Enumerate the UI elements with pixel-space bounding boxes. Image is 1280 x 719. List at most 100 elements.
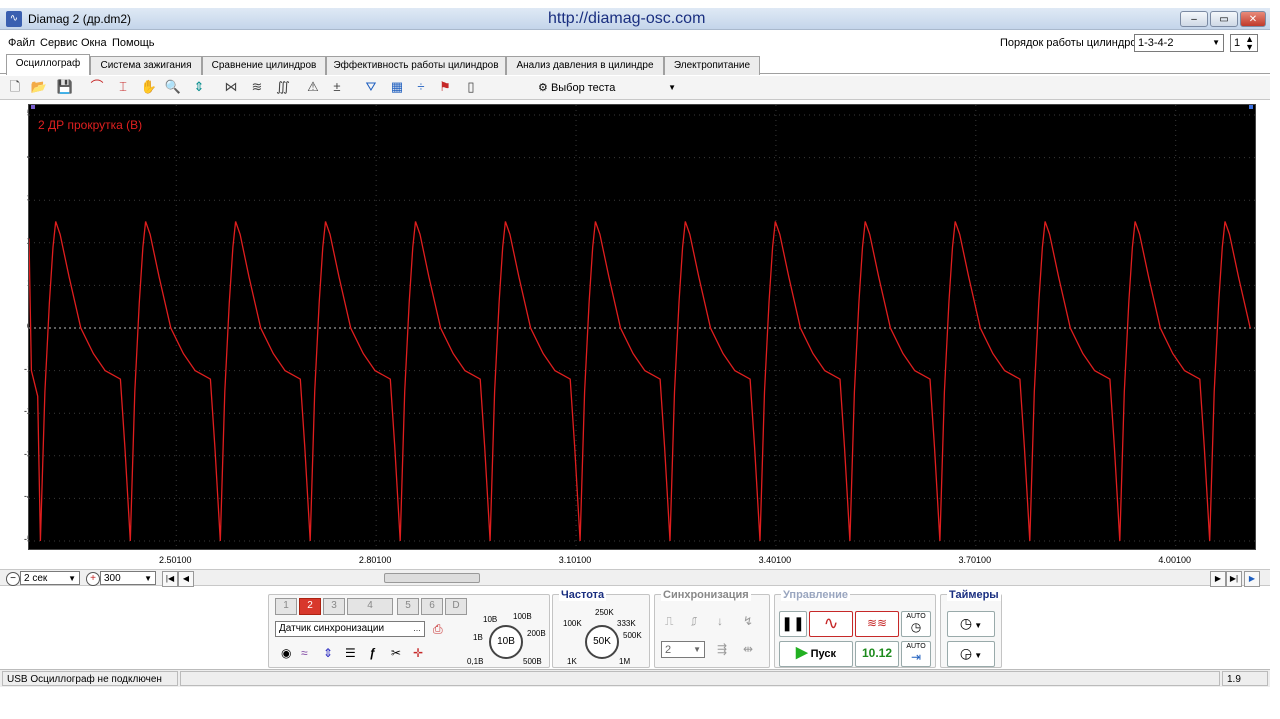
falling-edge-icon[interactable]: ⎎ — [691, 613, 697, 629]
spread-wave-icon[interactable]: ∭ — [274, 78, 292, 96]
x-tick-label: 3.40100 — [758, 555, 792, 565]
tab-oscilloscope[interactable]: Осциллограф — [6, 54, 90, 75]
auto-timer-button[interactable]: AUTO ◷ — [901, 611, 931, 637]
eye-icon[interactable]: ◉ — [281, 645, 291, 661]
cylinder-order-value: 1-3-4-2 — [1138, 37, 1174, 49]
start-button[interactable]: ▶ Пуск — [779, 641, 853, 667]
channel-button-3[interactable]: 3 — [323, 598, 345, 615]
auto-scale-icon[interactable]: ⇕ — [190, 78, 208, 96]
multi-wave-icon[interactable]: ≋ — [248, 78, 266, 96]
tab-bar: Осциллограф Система зажигания Сравнение … — [0, 54, 1270, 75]
tab-power-supply[interactable]: Электропитание — [664, 56, 760, 75]
sync-shift-icon[interactable]: ⇹ — [743, 641, 753, 657]
step-forward-icon[interactable]: ▶ — [1210, 571, 1226, 587]
chevron-down-icon: ▼ — [693, 645, 701, 654]
hand-pan-icon[interactable]: ✋ — [140, 78, 158, 96]
cylinder-order-select[interactable]: 1-3-4-2 ▼ — [1134, 34, 1224, 52]
chevron-down-icon: ▼ — [68, 574, 76, 583]
pause-button[interactable]: ❚❚ — [779, 611, 807, 637]
go-end-icon[interactable]: ▶| — [1226, 571, 1242, 587]
scroll-thumb[interactable] — [384, 573, 480, 583]
x-tick-label: 4.00100 — [1158, 555, 1191, 565]
overlay-wave-icon[interactable]: ⋈ — [222, 78, 240, 96]
auto-step-button[interactable]: AUTO ⇥ — [901, 641, 931, 667]
zoom-out-icon[interactable]: − — [6, 572, 20, 586]
cursor-arc-icon[interactable]: ⌒ — [88, 78, 106, 96]
zero-level-icon[interactable]: ± — [328, 78, 346, 96]
menu-service[interactable]: Сервис — [40, 37, 78, 49]
timer-button-2[interactable]: ◶ ▼ — [947, 641, 995, 667]
zoom-in-icon[interactable]: + — [86, 572, 100, 586]
auto-label: AUTO — [906, 613, 926, 620]
channel-button-4[interactable]: 4 — [347, 598, 393, 615]
version-label: 1.9 — [1222, 671, 1268, 686]
tab-cylinder-compare[interactable]: Сравнение цилиндров — [202, 56, 326, 75]
left-cursor-marker[interactable] — [31, 105, 35, 109]
auto-trigger-icon[interactable]: ⚠ — [304, 78, 322, 96]
menu-file[interactable]: Файл — [8, 37, 35, 49]
table-icon[interactable]: ▦ — [388, 78, 406, 96]
cylinder-stepper[interactable]: 1 ▲ ▼ — [1230, 34, 1258, 52]
sine-wave-icon: ∿ — [823, 613, 839, 633]
sensor-select[interactable]: Датчик синхронизации … — [275, 621, 425, 637]
step-back-icon[interactable]: ◀ — [178, 571, 194, 587]
channel-button-d[interactable]: D — [445, 598, 467, 615]
probe-icon[interactable]: ⎙ — [433, 621, 443, 637]
test-select-label: Выбор теста — [550, 82, 616, 94]
right-cursor-marker[interactable] — [1249, 105, 1253, 109]
save-icon[interactable]: 💾 — [56, 78, 74, 96]
trigger-auto-icon[interactable]: ↯ — [743, 613, 753, 629]
auto-label: AUTO — [906, 643, 926, 650]
function-icon[interactable]: ƒ — [369, 645, 376, 661]
trigger-down-icon[interactable]: ↓ — [717, 613, 723, 629]
channel-group: 1 2 3 4 5 6 D Датчик синхронизации … ⎙ ◉… — [268, 594, 550, 668]
open-folder-icon[interactable]: 📂 — [30, 78, 48, 96]
new-file-icon[interactable]: 🗋 — [6, 78, 24, 96]
cursor-measure-icon[interactable]: ⌶ — [114, 78, 132, 96]
points-select[interactable]: 300 ▼ — [100, 571, 156, 585]
cylinder-order-label: Порядок работы цилиндров — [1000, 37, 1143, 49]
more-icon: … — [413, 624, 421, 633]
play-icon[interactable]: ▶ — [1244, 571, 1260, 587]
channel-button-2[interactable]: 2 — [299, 598, 321, 615]
x-axis: 2.50100 2.80100 3.10100 3.40100 3.70100 4.001… — [28, 550, 1256, 568]
marker-flag-icon[interactable]: ⚑ — [436, 78, 454, 96]
rising-edge-icon[interactable]: ⎍ — [665, 613, 673, 629]
voltage-scale-10v: 10В — [483, 615, 498, 624]
timer-button-1[interactable]: ◷ ▼ — [947, 611, 995, 637]
sine-mode-button[interactable]: ∿ — [809, 611, 853, 637]
test-select[interactable]: ⚙ Выбор теста ▼ — [538, 79, 680, 97]
control-title: Управление — [781, 589, 851, 601]
grid-lines-icon[interactable]: ☰ — [345, 645, 356, 661]
sync-group: Синхронизация ⎍ ⎎ ↓ ↯ 2 ▼ ⇶ ⇹ — [654, 589, 770, 668]
channel-button-1[interactable]: 1 — [275, 598, 297, 615]
frequency-knob[interactable]: 50K — [585, 625, 619, 659]
go-start-icon[interactable]: |◀ — [162, 571, 178, 587]
tab-ignition[interactable]: Система зажигания — [90, 56, 202, 75]
voltage-scale-200v: 200В — [527, 629, 546, 638]
sync-level-icon[interactable]: ⇶ — [717, 641, 727, 657]
cursor-cross-icon[interactable]: ✛ — [413, 645, 423, 661]
tools-icon[interactable]: ✂ — [391, 645, 401, 661]
menu-help[interactable]: Помощь — [112, 37, 155, 49]
channel-button-6[interactable]: 6 — [421, 598, 443, 615]
minimize-button[interactable]: – — [1180, 11, 1208, 27]
wave-icon[interactable]: ≈ — [301, 645, 308, 661]
notes-icon[interactable]: ▯ — [462, 78, 480, 96]
oscilloscope-display[interactable] — [28, 104, 1256, 550]
menu-windows[interactable]: Окна — [81, 37, 107, 49]
vertical-move-icon[interactable]: ⇕ — [323, 645, 333, 661]
restore-button[interactable]: ▭ — [1210, 11, 1238, 27]
filter-icon[interactable]: ⛛ — [362, 78, 380, 96]
time-select[interactable]: 2 сек ▼ — [20, 571, 80, 585]
close-button[interactable]: ✕ — [1240, 11, 1266, 27]
noise-mode-button[interactable]: ≋≋ — [855, 611, 899, 637]
zoom-icon[interactable]: 🔍 — [164, 78, 182, 96]
tab-cylinder-efficiency[interactable]: Эффективность работы цилиндров — [326, 56, 506, 75]
sync-channel-select[interactable]: 2 ▼ — [661, 641, 705, 658]
voltage-knob[interactable]: 10В — [489, 625, 523, 659]
channel-button-5[interactable]: 5 — [397, 598, 419, 615]
app-icon: ∿ — [6, 11, 22, 27]
tab-pressure-analysis[interactable]: Анализ давления в цилиндре — [506, 56, 664, 75]
split-icon[interactable]: ÷ — [412, 78, 430, 96]
